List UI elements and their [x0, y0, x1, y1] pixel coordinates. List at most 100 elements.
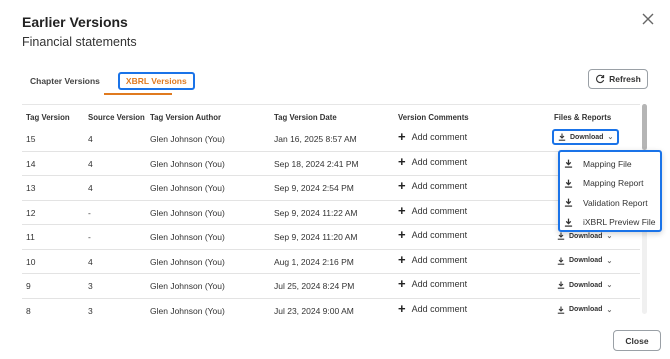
add-comment-button[interactable]: + Add comment — [398, 202, 468, 218]
versions-table: Tag Version Source Version Tag Version A… — [22, 104, 640, 322]
source-version-cell: 3 — [88, 305, 93, 316]
source-version-cell: 4 — [88, 256, 93, 267]
add-comment-button[interactable]: + Add comment — [398, 153, 468, 169]
author-cell: Glen Johnson (You) — [150, 232, 225, 242]
source-version-cell: 4 — [88, 183, 93, 193]
menu-item-ixbrl-preview-file[interactable]: iXBRL Preview File — [560, 213, 660, 233]
table-row: 10 4 Glen Johnson (You) Aug 1, 2024 2:16… — [22, 250, 640, 274]
date-cell: Sep 9, 2024 11:22 AM — [274, 207, 358, 218]
table-row: 11 - Glen Johnson (You) Sep 9, 2024 11:2… — [22, 225, 640, 250]
add-comment-label: Add comment — [411, 156, 468, 167]
date-cell: Jul 23, 2024 9:00 AM — [274, 305, 354, 316]
date-cell: Sep 9, 2024 2:54 PM — [274, 183, 354, 193]
add-comment-label: Add comment — [411, 254, 468, 265]
close-icon[interactable] — [640, 11, 656, 27]
menu-item-mapping-report[interactable]: Mapping Report — [560, 174, 660, 194]
author-cell: Glen Johnson (You) — [150, 207, 225, 218]
add-comment-label: Add comment — [411, 279, 468, 289]
download-label: Download — [570, 133, 604, 141]
download-icon — [557, 232, 565, 240]
table-row: 9 3 Glen Johnson (You) Jul 25, 2024 8:24… — [22, 274, 640, 299]
download-label: Download — [569, 281, 603, 289]
col-tag-version: Tag Version — [26, 113, 70, 122]
add-comment-label: Add comment — [411, 205, 468, 216]
date-cell: Aug 1, 2024 2:16 PM — [274, 256, 354, 267]
table-row: 12 - Glen Johnson (You) Sep 9, 2024 11:2… — [22, 201, 640, 225]
scrollbar-thumb[interactable] — [642, 104, 647, 150]
download-label: Download — [569, 232, 603, 240]
download-dropdown-button[interactable]: Download ⌄ — [557, 281, 612, 289]
chevron-down-icon: ⌄ — [606, 282, 613, 289]
plus-icon: + — [398, 178, 406, 193]
add-comment-button[interactable]: + Add comment — [398, 300, 468, 316]
date-cell: Jan 16, 2025 8:57 AM — [274, 134, 357, 144]
add-comment-button[interactable]: + Add comment — [398, 227, 467, 242]
close-button[interactable]: Close — [613, 330, 661, 351]
menu-item-label: Mapping File — [583, 158, 632, 169]
download-menu: Mapping File Mapping Report Validation R… — [558, 150, 662, 232]
author-cell: Glen Johnson (You) — [150, 158, 225, 169]
download-dropdown-button[interactable]: Download ⌄ — [557, 306, 612, 314]
menu-item-validation-report[interactable]: Validation Report — [560, 193, 660, 213]
download-dropdown-button[interactable]: Download ⌄ — [557, 257, 612, 265]
add-comment-button[interactable]: + Add comment — [398, 276, 468, 291]
plus-icon: + — [398, 300, 406, 316]
add-comment-button[interactable]: + Add comment — [398, 253, 468, 266]
download-dropdown-button[interactable]: Download ⌄ — [557, 232, 612, 240]
add-comment-label: Add comment — [411, 181, 468, 191]
plus-icon: + — [398, 153, 406, 169]
tag-version-cell: 9 — [26, 281, 31, 291]
source-version-cell: - — [88, 207, 91, 218]
date-cell: Sep 18, 2024 2:41 PM — [274, 158, 359, 169]
chevron-down-icon: ⌄ — [606, 306, 613, 314]
tag-version-cell: 13 — [26, 183, 36, 193]
plus-icon: + — [398, 129, 406, 144]
col-version-comments: Version Comments — [398, 113, 469, 122]
source-version-cell: 3 — [88, 281, 93, 291]
menu-item-mapping-file[interactable]: Mapping File — [560, 154, 660, 174]
chevron-down-icon: ⌄ — [606, 233, 613, 240]
plus-icon: + — [398, 276, 406, 291]
table-row: 13 4 Glen Johnson (You) Sep 9, 2024 2:54… — [22, 176, 640, 201]
download-icon — [557, 257, 565, 265]
dialog-subtitle: Financial statements — [22, 35, 137, 49]
source-version-cell: 4 — [88, 134, 93, 144]
col-files-reports: Files & Reports — [554, 113, 612, 122]
add-comment-label: Add comment — [411, 132, 468, 142]
download-icon — [557, 306, 565, 314]
add-comment-button[interactable]: + Add comment — [398, 129, 468, 144]
plus-icon: + — [398, 227, 406, 242]
menu-item-label: Validation Report — [583, 197, 648, 208]
author-cell: Glen Johnson (You) — [150, 183, 225, 193]
tag-version-cell: 11 — [26, 232, 35, 242]
chevron-down-icon: ⌄ — [606, 257, 613, 265]
tab-chapter-versions[interactable]: Chapter Versions — [22, 72, 108, 90]
add-comment-label: Add comment — [411, 303, 468, 314]
chevron-down-icon: ⌄ — [607, 134, 614, 141]
source-version-cell: - — [88, 232, 91, 242]
add-comment-button[interactable]: + Add comment — [398, 178, 468, 193]
tag-version-cell: 12 — [26, 207, 36, 218]
tab-xbrl-versions[interactable]: XBRL Versions — [117, 72, 195, 90]
author-cell: Glen Johnson (You) — [150, 281, 225, 291]
download-icon — [558, 133, 566, 141]
tag-version-cell: 10 — [26, 256, 36, 267]
col-source-version: Source Version — [88, 113, 145, 122]
menu-item-label: iXBRL Preview File — [583, 217, 656, 228]
date-cell: Jul 25, 2024 8:24 PM — [274, 281, 355, 291]
col-tag-version-date: Tag Version Date — [274, 113, 337, 122]
download-icon — [564, 179, 573, 188]
download-dropdown-button[interactable]: Download ⌄ — [552, 129, 620, 145]
download-icon — [564, 218, 573, 227]
author-cell: Glen Johnson (You) — [150, 305, 225, 316]
download-icon — [557, 281, 565, 289]
tag-version-cell: 15 — [26, 134, 36, 144]
tag-version-cell: 14 — [26, 158, 36, 169]
plus-icon: + — [398, 202, 406, 218]
refresh-icon — [596, 74, 605, 84]
version-tabs: Chapter Versions XBRL Versions — [22, 70, 195, 92]
table-row: 14 4 Glen Johnson (You) Sep 18, 2024 2:4… — [22, 152, 640, 176]
table-row: 15 4 Glen Johnson (You) Jan 16, 2025 8:5… — [22, 127, 640, 152]
date-cell: Sep 9, 2024 11:20 AM — [274, 232, 358, 242]
refresh-button[interactable]: Refresh — [588, 69, 648, 89]
